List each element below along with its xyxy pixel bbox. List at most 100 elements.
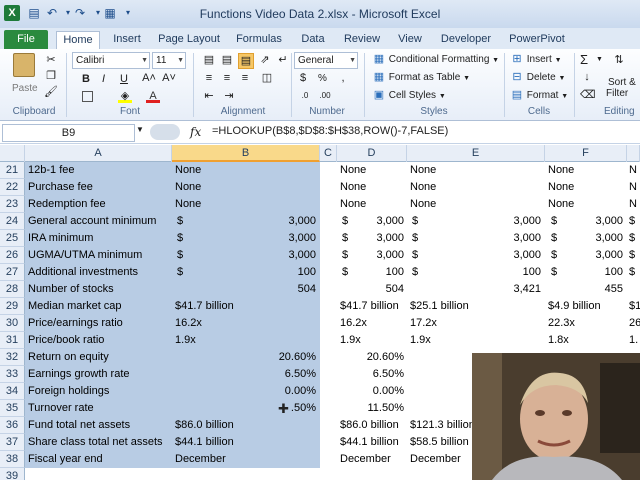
cell-b[interactable]: 0.00% bbox=[176, 383, 316, 400]
autosum-button[interactable]: Σ bbox=[580, 52, 588, 68]
cell-d[interactable]: 504 bbox=[340, 281, 404, 298]
row-header[interactable]: 29 bbox=[0, 298, 25, 315]
autosum-dropdown-icon[interactable]: ▼ bbox=[596, 52, 603, 68]
cell-d[interactable]: 3,000 bbox=[340, 230, 404, 247]
align-right-icon[interactable]: ≡ bbox=[238, 71, 252, 87]
row-header[interactable]: 35 bbox=[0, 400, 25, 417]
cell-a[interactable]: Fiscal year end bbox=[28, 451, 172, 468]
formula-bar-resize-handle[interactable] bbox=[150, 124, 180, 140]
cell-g[interactable]: 26 bbox=[629, 315, 640, 332]
cell-g[interactable]: $1 bbox=[629, 298, 640, 315]
cell-f[interactable]: $4.9 billion bbox=[548, 298, 626, 315]
cell-e[interactable]: 100 bbox=[410, 264, 541, 281]
cell-d[interactable]: 1.9x bbox=[340, 332, 406, 349]
cell-d[interactable]: $86.0 billion bbox=[340, 417, 406, 434]
cell-a[interactable]: Median market cap bbox=[28, 298, 172, 315]
tab-file[interactable]: File bbox=[4, 30, 48, 49]
cell-b[interactable]: None bbox=[175, 196, 318, 213]
tab-powerpivot[interactable]: PowerPivot bbox=[504, 31, 570, 49]
cell-a[interactable]: Redemption fee bbox=[28, 196, 172, 213]
tab-view[interactable]: View bbox=[392, 31, 428, 49]
row-header[interactable]: 36 bbox=[0, 417, 25, 434]
cell-g[interactable]: $ bbox=[629, 213, 640, 230]
name-box-dropdown-icon[interactable]: ▼ bbox=[136, 125, 144, 134]
font-shrink-icon[interactable]: A˅ bbox=[162, 71, 176, 87]
align-left-icon[interactable]: ≡ bbox=[202, 71, 216, 87]
font-size-select[interactable]: 11 ▼ bbox=[152, 52, 186, 69]
cell-e[interactable]: None bbox=[410, 196, 543, 213]
cell-d[interactable]: $41.7 billion bbox=[340, 298, 406, 315]
cell-b[interactable]: 1.9x bbox=[175, 332, 318, 349]
sort-filter-icon[interactable]: ⇅ bbox=[612, 53, 626, 69]
cell-d[interactable] bbox=[340, 468, 406, 480]
column-header-e[interactable]: E bbox=[407, 145, 545, 162]
cell-a[interactable]: Purchase fee bbox=[28, 179, 172, 196]
cell-e[interactable]: 17.2x bbox=[410, 315, 543, 332]
cell-a[interactable]: IRA minimum bbox=[28, 230, 172, 247]
cell-e[interactable]: $25.1 billion bbox=[410, 298, 543, 315]
column-header-d[interactable]: D bbox=[337, 145, 407, 162]
cell-f[interactable]: None bbox=[548, 196, 626, 213]
column-header-c[interactable]: C bbox=[320, 145, 337, 162]
tab-page-layout[interactable]: Page Layout bbox=[154, 31, 224, 49]
percent-style-button[interactable]: % bbox=[318, 71, 327, 87]
row-header[interactable]: 27 bbox=[0, 264, 25, 281]
cell-b[interactable] bbox=[175, 468, 318, 480]
cell-d[interactable]: None bbox=[340, 196, 406, 213]
cell-a[interactable]: Earnings growth rate bbox=[28, 366, 172, 383]
decrease-indent-icon[interactable]: ⇤ bbox=[202, 89, 216, 105]
cell-b[interactable]: 504 bbox=[176, 281, 316, 298]
cut-icon[interactable]: ✂ bbox=[44, 53, 58, 69]
orientation-icon[interactable]: ⇗ bbox=[258, 53, 272, 69]
font-color-icon[interactable]: A bbox=[146, 89, 160, 105]
number-format-select[interactable]: General ▼ bbox=[294, 52, 358, 69]
name-box[interactable]: B9 bbox=[2, 124, 135, 142]
cell-b[interactable]: 6.50% bbox=[176, 366, 316, 383]
row-header[interactable]: 30 bbox=[0, 315, 25, 332]
insert-cells-button[interactable]: ⊞ Insert ▼ bbox=[510, 52, 561, 68]
align-center-icon[interactable]: ≡ bbox=[220, 71, 234, 87]
cell-g[interactable]: $ bbox=[629, 264, 640, 281]
cell-d[interactable]: 0.00% bbox=[340, 383, 404, 400]
cell-b[interactable]: 16.2x bbox=[175, 315, 318, 332]
column-header-a[interactable]: A bbox=[25, 145, 172, 162]
row-header[interactable]: 23 bbox=[0, 196, 25, 213]
cell-a[interactable] bbox=[28, 468, 172, 480]
cell-a[interactable]: Price/earnings ratio bbox=[28, 315, 172, 332]
column-header-g[interactable] bbox=[627, 145, 640, 162]
row-header[interactable]: 28 bbox=[0, 281, 25, 298]
merge-center-icon[interactable]: ◫ bbox=[260, 71, 274, 87]
select-all-corner[interactable] bbox=[0, 145, 25, 162]
column-header-f[interactable]: F bbox=[545, 145, 627, 162]
tab-data[interactable]: Data bbox=[294, 31, 332, 49]
cell-e[interactable]: 3,000 bbox=[410, 213, 541, 230]
cell-a[interactable]: Return on equity bbox=[28, 349, 172, 366]
align-bottom-icon[interactable]: ▤ bbox=[238, 53, 254, 69]
format-as-table-button[interactable]: ▦ Format as Table ▼ bbox=[372, 70, 470, 86]
cell-b[interactable]: $41.7 billion bbox=[175, 298, 318, 315]
insert-function-button[interactable]: fx bbox=[190, 125, 201, 139]
cell-d[interactable]: 100 bbox=[340, 264, 404, 281]
cell-g[interactable]: 1. bbox=[629, 332, 640, 349]
cell-g[interactable]: N bbox=[629, 179, 640, 196]
cell-a[interactable]: Price/book ratio bbox=[28, 332, 172, 349]
cell-a[interactable]: Turnover rate bbox=[28, 400, 172, 417]
cell-a[interactable]: Foreign holdings bbox=[28, 383, 172, 400]
cell-d[interactable]: 6.50% bbox=[340, 366, 404, 383]
align-top-icon[interactable]: ▤ bbox=[202, 53, 216, 69]
cell-f[interactable]: 3,000 bbox=[548, 230, 623, 247]
row-header[interactable]: 37 bbox=[0, 434, 25, 451]
cell-f[interactable]: None bbox=[548, 179, 626, 196]
formula-input[interactable]: =HLOOKUP(B$8,$D$8:$H$38,ROW()-7,FALSE) bbox=[212, 125, 448, 137]
cell-a[interactable]: UGMA/UTMA minimum bbox=[28, 247, 172, 264]
tab-developer[interactable]: Developer bbox=[436, 31, 496, 49]
cell-f[interactable]: 22.3x bbox=[548, 315, 626, 332]
cell-d[interactable]: 3,000 bbox=[340, 247, 404, 264]
decrease-decimal-icon[interactable]: .00 bbox=[318, 89, 332, 105]
cell-b[interactable]: 3,000 bbox=[176, 230, 316, 247]
bold-button[interactable]: B bbox=[82, 71, 90, 87]
conditional-formatting-button[interactable]: ▦ Conditional Formatting ▼ bbox=[372, 52, 499, 68]
copy-icon[interactable]: ❐ bbox=[44, 69, 58, 85]
increase-decimal-icon[interactable]: .0 bbox=[298, 89, 312, 105]
cell-f[interactable]: 1.8x bbox=[548, 332, 626, 349]
